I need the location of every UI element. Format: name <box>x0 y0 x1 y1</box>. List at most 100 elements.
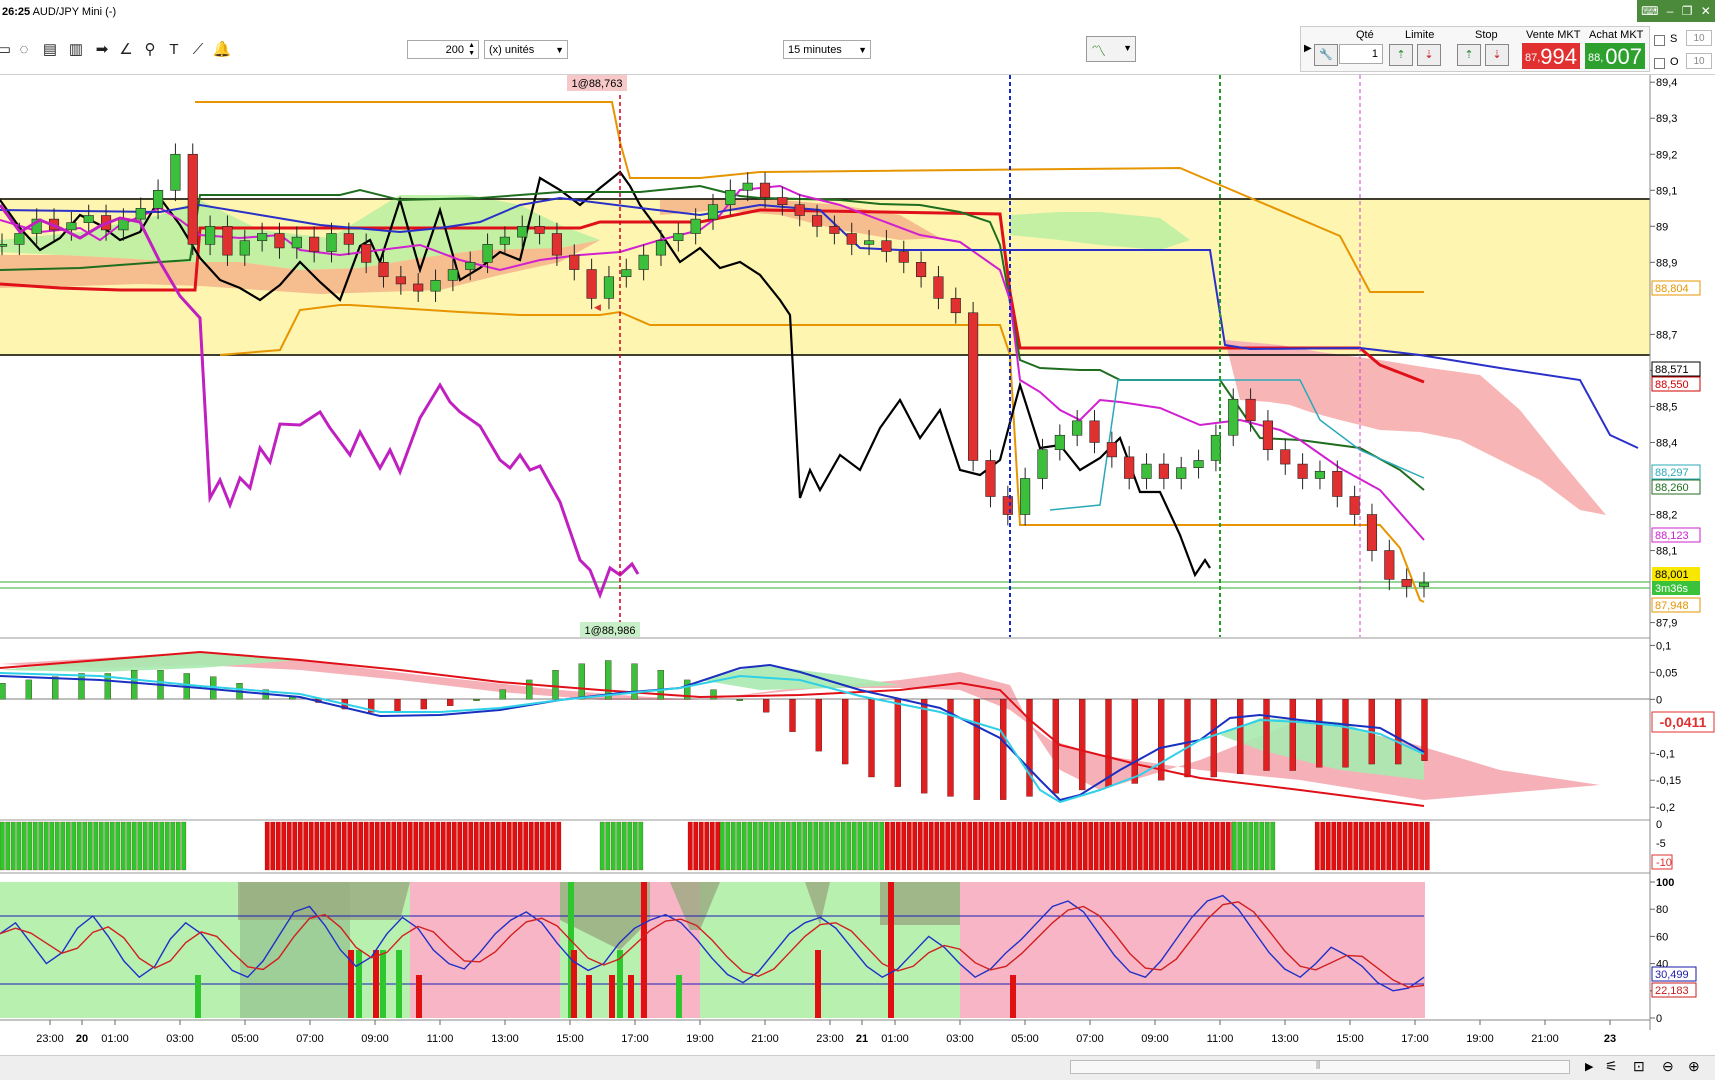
zoom-in-icon[interactable]: ⊕ <box>1688 1058 1700 1075</box>
quantity-input[interactable]: 200 ▲ ▼ <box>407 40 479 59</box>
trend-bar <box>142 821 148 871</box>
zoom-reset-icon[interactable]: ⊡ <box>1633 1058 1645 1075</box>
time-axis[interactable]: 23:00 20 01:00 03:00 05:00 07:00 09:00 11:00 13:… <box>0 1019 1650 1045</box>
fibonacci-tool-icon[interactable]: ▤ <box>40 40 60 60</box>
candle-body <box>395 276 406 285</box>
trend-bar <box>418 821 424 871</box>
rectangle-tool-icon[interactable]: ▭ <box>0 40 14 60</box>
stoch-signal-bar <box>396 950 402 1018</box>
arrow-tool-icon[interactable]: ➡ <box>92 40 112 60</box>
trend-bar <box>71 821 77 871</box>
chart-settings-icon[interactable]: ⚟ <box>1605 1058 1618 1075</box>
s-distance-input[interactable]: 10 <box>1686 30 1712 46</box>
minimize-icon[interactable]: – <box>1667 4 1674 18</box>
time-tick-label: 21 <box>856 1033 868 1045</box>
stoch-signal-bar <box>676 975 682 1018</box>
macd-hist-bar <box>1316 699 1323 768</box>
trend-bar <box>385 821 391 871</box>
trend-bar <box>802 821 808 871</box>
macd-hist-bar <box>1184 699 1191 778</box>
trend-bar-panel[interactable] <box>0 821 1430 871</box>
lasso-tool-icon[interactable]: ◌ <box>14 40 34 60</box>
ichimoku-cloud-bearish <box>1225 340 1606 515</box>
macd-hist-bar <box>1052 699 1059 794</box>
trend-bar <box>1231 821 1237 871</box>
keyboard-icon[interactable]: ⌨ <box>1641 4 1658 18</box>
candle-body <box>1106 442 1117 458</box>
buy-mkt-button[interactable]: 88, 007 <box>1585 43 1645 69</box>
restore-icon[interactable]: ❐ <box>1682 4 1693 18</box>
sell-mkt-button[interactable]: 87, 994 <box>1522 43 1580 69</box>
trend-bar <box>1391 821 1397 871</box>
trend-bar <box>939 821 945 871</box>
ruler-tool-icon[interactable]: ⟋ <box>188 40 208 60</box>
trend-bar <box>983 821 989 871</box>
o-distance-input[interactable]: 10 <box>1686 53 1712 69</box>
zoom-tool-icon[interactable]: ⚲ <box>140 40 160 60</box>
scroll-right-icon[interactable]: ▶ <box>1585 1060 1593 1073</box>
trend-bar <box>54 821 60 871</box>
chevron-down-icon: ▼ <box>1123 43 1132 53</box>
candle-body <box>1158 463 1169 479</box>
trend-bar <box>264 821 270 871</box>
horizontal-scrollbar[interactable]: ⫼ <box>1070 1060 1570 1074</box>
trend-bar <box>281 821 287 871</box>
trend-bar <box>1148 821 1154 871</box>
candle-body <box>1228 398 1239 436</box>
qty-input[interactable]: 1 <box>1339 44 1383 64</box>
unit-select[interactable]: (x) unités ▼ <box>484 40 568 59</box>
macd-panel[interactable] <box>0 650 1650 807</box>
text-tool-icon[interactable]: T <box>164 40 184 60</box>
price-axis[interactable]: 89,489,389,289,18988,988,788,688,588,488… <box>1649 75 1715 1055</box>
trade-marker-buy[interactable]: 1@88,986 <box>585 625 636 637</box>
stop-sell-button[interactable]: ⇣ <box>1485 44 1509 66</box>
candle-body <box>1176 467 1187 479</box>
wrench-icon[interactable]: 🔧 <box>1314 44 1338 66</box>
trend-bar <box>446 821 452 871</box>
trend-bar <box>1121 821 1127 871</box>
stop-buy-button[interactable]: ⇡ <box>1457 44 1481 66</box>
price-axis-label: 3m36s <box>1655 583 1689 595</box>
window-title: 26:25 AUD/JPY Mini (-) <box>2 6 116 18</box>
trend-bar <box>693 821 699 871</box>
trend-bar <box>599 821 605 871</box>
close-icon[interactable]: ✕ <box>1701 4 1711 18</box>
alert-bell-icon[interactable]: 🔔 <box>212 40 232 60</box>
fibonacci-fan-icon[interactable]: ▥ <box>66 40 86 60</box>
trade-marker-sell[interactable]: 1@88,763 <box>572 78 623 90</box>
spin-arrows-icon[interactable]: ▲ ▼ <box>468 42 475 58</box>
stochastic-panel[interactable] <box>0 882 1425 1018</box>
sell-price-prefix: 87, <box>1525 52 1541 64</box>
trend-tick-label: 0 <box>1656 819 1662 831</box>
limit-buy-button[interactable]: ⇡ <box>1389 44 1413 66</box>
trend-bar <box>1386 821 1392 871</box>
indicator-picker-button[interactable]: 〽 ▼ <box>1086 36 1136 62</box>
o-checkbox[interactable] <box>1654 58 1665 69</box>
stoch-signal-bar <box>416 975 422 1018</box>
trend-bar <box>621 821 627 871</box>
trend-bar <box>336 821 342 871</box>
macd-hist-bar <box>1289 699 1296 771</box>
chart-area[interactable]: 1@88,763 1@88,986 ◀ 89,489,389,289,18988… <box>0 75 1715 1055</box>
time-tick-label: 01:00 <box>881 1033 909 1045</box>
candle-body <box>222 226 233 256</box>
trend-bar <box>82 821 88 871</box>
collapse-arrow-icon[interactable]: ▶ <box>1304 43 1312 54</box>
price-tick-label: 89,2 <box>1656 149 1677 161</box>
timeframe-select[interactable]: 15 minutes ▼ <box>783 40 871 59</box>
angle-tool-icon[interactable]: ∠ <box>116 40 136 60</box>
macd-hist-bar <box>1237 699 1244 774</box>
limit-label: Limite <box>1405 29 1435 41</box>
time-tick-label: 13:00 <box>491 1033 519 1045</box>
limit-sell-button[interactable]: ⇣ <box>1417 44 1441 66</box>
trend-bar <box>402 821 408 871</box>
trend-bar <box>76 821 82 871</box>
candle-body <box>725 189 736 205</box>
trend-bar <box>1203 821 1209 871</box>
price-panel[interactable]: 1@88,763 1@88,986 ◀ <box>0 75 1650 638</box>
s-checkbox[interactable] <box>1654 35 1665 46</box>
trend-bar <box>1320 821 1326 871</box>
zoom-out-icon[interactable]: ⊖ <box>1662 1058 1674 1075</box>
trend-bar <box>170 821 176 871</box>
price-axis-label: 87,948 <box>1655 600 1689 612</box>
